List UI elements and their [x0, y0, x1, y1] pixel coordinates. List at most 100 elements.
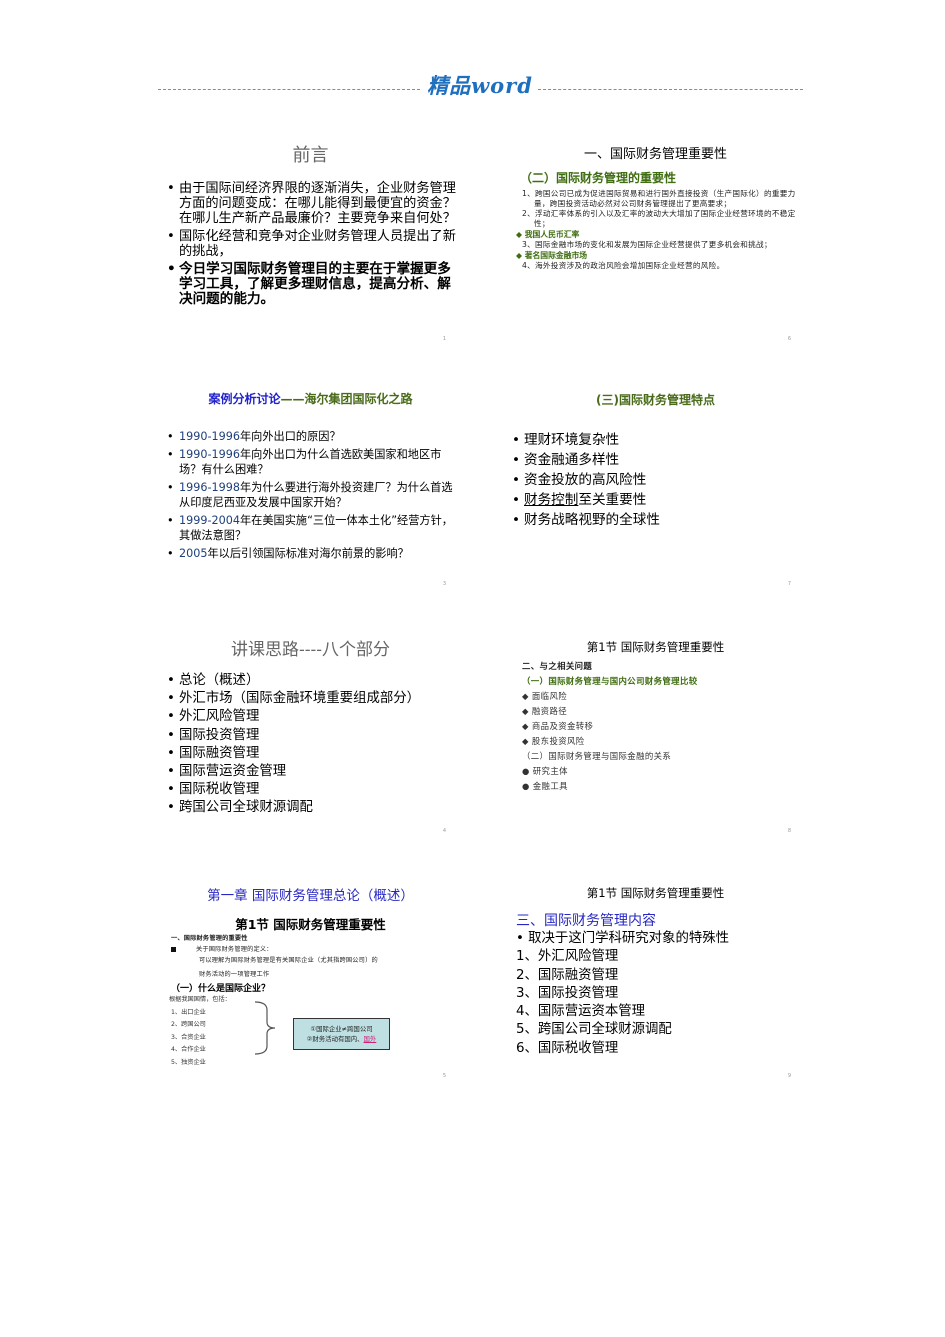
slide-6: 一、国际财务管理重要性 （二）国际财务管理的重要性 1、跨国公司已成为促进国际贸…: [508, 133, 803, 348]
header-divider-right: [538, 89, 803, 90]
section-heading: 一、国际财务管理的重要性: [171, 935, 248, 942]
list-item: 由于国际间经济界限的逐渐消失，企业财务管理方面的问题变成：在哪儿能得到最便宜的资…: [163, 181, 458, 226]
list-item: 2005年以后引领国际标准对海尔前景的影响？: [163, 546, 458, 561]
year-range: 1999-2004: [179, 514, 240, 527]
slide-title: 第1节 国际财务管理重要性: [586, 886, 725, 900]
paragraph: 3、国际金融市场的变化和发展为国际企业经营提供了更多机会和挑战；: [522, 240, 772, 249]
definition-label: 关于国际财务管理的定义：: [171, 944, 458, 955]
list-item: 4、国际营运资本管理: [516, 1004, 646, 1020]
slide-title: 讲课思路----八个部分: [231, 640, 390, 660]
square-bullet-icon: [171, 946, 176, 952]
list-item: 财务战略视野的全球性: [508, 510, 803, 530]
diamond-item: ◆ 股东投资风险: [522, 736, 585, 746]
year-range: 2005: [179, 547, 208, 560]
bullet-list: 1990-1996年向外出口的原因？ 1990-1996年向外出口为什么首选欧美…: [163, 429, 458, 561]
list-item: 1996-1998年为什么要进行海外投资建厂？为什么首选从印度尼西亚及发展中国家…: [163, 480, 458, 510]
header-divider-left: [158, 89, 420, 90]
year-range: 1990-1996: [179, 430, 240, 443]
list-item: 6、国际税收管理: [516, 1040, 619, 1056]
slide-3: 案例分析讨论——海尔集团国际化之路 1990-1996年向外出口的原因？ 199…: [163, 378, 458, 593]
page-number: 5: [442, 1073, 446, 1079]
question-text: 年以后引领国际标准对海尔前景的影响？: [207, 547, 409, 560]
list-item: 外汇市场（国际金融环境重要组成部分）: [163, 690, 458, 708]
slide-1: 前言 由于国际间经济界限的逐渐消失，企业财务管理方面的问题变成：在哪儿能得到最便…: [163, 133, 458, 348]
callout-line: ①国际企业≠跨国公司: [310, 1025, 373, 1033]
brace-icon: [255, 1001, 276, 1055]
definition-label-text: 关于国际财务管理的定义：: [196, 946, 273, 953]
list-item: 2、国际融资管理: [516, 967, 619, 983]
page-number: 7: [787, 581, 791, 587]
page-number: 3: [442, 581, 446, 587]
slide-4: 讲课思路----八个部分 总论（概述） 外汇市场（国际金融环境重要组成部分） 外…: [163, 625, 458, 840]
bullet-list: 由于国际间经济界限的逐渐消失，企业财务管理方面的问题变成：在哪儿能得到最便宜的资…: [163, 181, 458, 307]
definition-text: 财务活动的一项管理工作: [199, 971, 270, 978]
callout-box: ①国际企业≠跨国公司 ②财务活动有国内、国外: [293, 1018, 390, 1050]
slide-subtitle: （二）国际财务管理的重要性: [520, 171, 677, 185]
bullet-item: 取决于这门学科研究对象的特殊性: [516, 930, 803, 948]
list-item: 国际化经营和竞争对企业财务管理人员提出了新的挑战，: [163, 229, 458, 259]
underlined-text: 财务控制: [524, 492, 579, 508]
page-number: 4: [442, 828, 446, 834]
question-heading: （一）什么是国际企业？: [171, 984, 271, 994]
page-header: 精品word: [158, 73, 803, 104]
page-number: 8: [787, 828, 791, 834]
diamond-item: ◆ 我国人民币汇率: [516, 230, 580, 239]
list-item: 今日学习国际财务管理目的主要在于掌握更多学习工具，了解更多理财信息，提高分析、解…: [163, 262, 458, 307]
slide-title: 第1节 国际财务管理重要性: [586, 640, 725, 654]
page-number: 9: [787, 1073, 791, 1079]
list-item: 外汇风险管理: [163, 708, 458, 726]
slide-5: 第一章 国际财务管理总论（概述） 第1节 国际财务管理重要性 一、国际财务管理的…: [163, 870, 458, 1085]
header-title: 精品word: [427, 73, 533, 98]
slide-8: 第1节 国际财务管理重要性 二、与之相关问题 （一）国际财务管理与国内公司财务管…: [508, 625, 803, 840]
list-item: 国际融资管理: [163, 745, 458, 763]
list-item: 1990-1996年向外出口的原因？: [163, 429, 458, 444]
diamond-item: ◆ 融资路径: [522, 706, 568, 716]
callout-line: ②财务活动有国内、国外: [294, 1034, 389, 1044]
slide-9: 第1节 国际财务管理重要性 三、国际财务管理内容 取决于这门学科研究对象的特殊性…: [508, 870, 803, 1085]
list-item: 1990-1996年向外出口为什么首选欧美国家和地区市场？有什么困难？: [163, 447, 458, 477]
slide-title: 案例分析讨论——海尔集团国际化之路: [163, 390, 458, 407]
list-item: 国际税收管理: [163, 781, 458, 799]
callout-text: ②财务活动有国内、: [306, 1035, 364, 1043]
callout-link: 国外: [363, 1035, 377, 1043]
list-item: 国际投资管理: [163, 727, 458, 745]
list-item: 1、外汇风险管理: [516, 949, 619, 965]
definition-text: 可以理解为国际财务管理是有关国际企业（尤其指跨国公司）的: [199, 957, 378, 964]
year-range: 1996-1998: [179, 481, 240, 494]
chapter-title: 第一章 国际财务管理总论（概述）: [207, 888, 414, 904]
paragraph: 2、浮动汇率体系的引入以及汇率的波动大大增加了国际企业经营环境的不稳定性；: [522, 209, 796, 228]
question-text: 年向外出口的原因？: [239, 430, 341, 443]
list-item: 1999-2004年在美国实施“三位一体本土化”经营方针，其做法意图？: [163, 513, 458, 543]
list-item: 理财环境复杂性: [508, 430, 803, 450]
circle-item: ● 金融工具: [522, 781, 568, 791]
list-item: 国际营运资金管理: [163, 763, 458, 781]
page-number: 1: [442, 336, 446, 342]
title-part-green: ——海尔集团国际化之路: [280, 392, 413, 406]
page-number: 6: [787, 336, 791, 342]
slide-title: 前言: [292, 145, 329, 166]
list-item: 财务控制至关重要性: [508, 490, 803, 510]
bullet-list: 总论（概述） 外汇市场（国际金融环境重要组成部分） 外汇风险管理 国际投资管理 …: [163, 672, 458, 818]
bullet-list: 理财环境复杂性 资金融通多样性 资金投放的高风险性 财务控制至关重要性 财务战略…: [508, 430, 803, 530]
list-item: 5、独资企业: [171, 1058, 206, 1066]
subsection-heading: （二）国际财务管理与国际金融的关系: [522, 751, 672, 761]
list-item: 跨国公司全球财源调配: [163, 799, 458, 817]
paragraph: 4、海外投资涉及的政治风险会增加国际企业经营的风险。: [522, 261, 725, 270]
diamond-item: ◆ 商品及资金转移: [522, 721, 594, 731]
slide-title: (三)国际财务管理特点: [596, 393, 715, 407]
section-title: 第1节 国际财务管理重要性: [235, 917, 386, 932]
list-item: 5、跨国公司全球财源调配: [516, 1022, 672, 1038]
slide-7: (三)国际财务管理特点 理财环境复杂性 资金融通多样性 资金投放的高风险性 财务…: [508, 378, 803, 593]
section-heading: 二、与之相关问题: [522, 661, 593, 671]
list-item: 资金投放的高风险性: [508, 470, 803, 490]
list-item: 资金融通多样性: [508, 450, 803, 470]
section-heading: 三、国际财务管理内容: [516, 913, 656, 929]
year-range: 1990-1996: [179, 448, 240, 461]
diamond-item: ◆ 面临风险: [522, 691, 568, 701]
paragraph: 1、跨国公司已成为促进国际贸易和进行国外直接投资（生产国际化）的重要力量，跨国投…: [522, 189, 796, 208]
slide-title: 一、国际财务管理重要性: [583, 147, 727, 162]
list-item: 3、国际投资管理: [516, 985, 619, 1001]
subsection-heading: （一）国际财务管理与国内公司财务管理比较: [522, 676, 698, 686]
list-item: 总论（概述）: [163, 672, 458, 690]
diamond-item: ◆ 著名国际金融市场: [516, 251, 588, 260]
